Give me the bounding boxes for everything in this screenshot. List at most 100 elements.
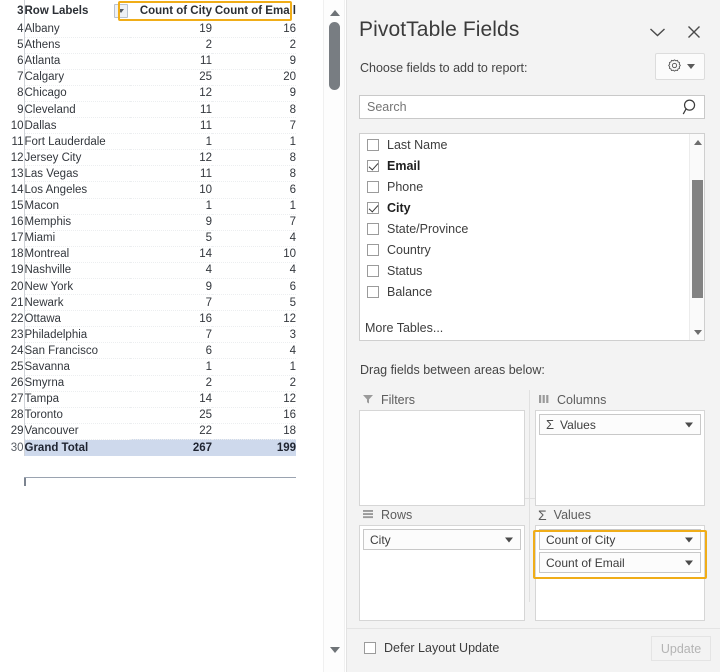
row-number[interactable]: 28 [0,407,25,424]
search-input[interactable] [365,96,675,118]
table-row[interactable]: 29 Vancouver 22 18 [0,423,296,440]
count-of-city-header[interactable]: Count of City [130,0,212,21]
row-number[interactable]: 13 [0,165,25,182]
cell-count-of-city[interactable]: 11 [130,117,212,135]
cell-city[interactable]: Athens [24,37,130,54]
field-checkbox[interactable] [367,138,379,151]
cell-city[interactable]: Memphis [24,214,130,231]
cell-city[interactable]: Jersey City [24,149,130,167]
cell-count-of-city[interactable]: 1 [130,198,212,215]
row-number[interactable]: 12 [0,149,25,166]
cell-city[interactable]: Macon [24,198,130,215]
cell-city[interactable]: San Francisco [24,342,130,360]
table-row[interactable]: 7 Calgary 25 20 [0,69,296,86]
field-list-item-email[interactable]: Email [360,155,704,176]
table-row[interactable]: 18 Montreal 14 10 [0,246,296,263]
cell-count-of-email[interactable]: 12 [212,310,296,328]
cell-count-of-city[interactable]: 1 [130,358,212,376]
table-row[interactable]: 10 Dallas 11 7 [0,117,296,135]
field-list-item-phone[interactable]: Phone [360,176,704,197]
cell-count-of-city[interactable]: 7 [130,294,212,312]
row-number[interactable]: 25 [0,358,25,376]
cell-count-of-email[interactable]: 16 [212,407,296,424]
table-row[interactable]: 24 San Francisco 6 4 [0,342,296,360]
cell-city[interactable]: Calgary [24,69,130,86]
row-labels-header[interactable]: Row Labels [24,0,130,21]
cell-count-of-city[interactable]: 12 [130,149,212,167]
table-row[interactable]: 19 Nashville 4 4 [0,262,296,280]
grand-total-row[interactable]: 30 Grand Total 267 199 [0,439,296,457]
row-number[interactable]: 27 [0,391,25,408]
field-list-item-status[interactable]: Status [360,260,704,281]
field-checkbox[interactable] [367,285,379,298]
chevron-down-icon[interactable] [685,422,693,427]
cell-count-of-city[interactable]: 7 [130,326,212,344]
row-number[interactable]: 6 [0,53,25,70]
grand-total-count-of-email[interactable]: 199 [212,439,296,457]
table-row[interactable]: 14 Los Angeles 10 6 [0,181,296,199]
table-row[interactable]: 12 Jersey City 12 8 [0,149,296,167]
row-number[interactable]: 8 [0,85,25,102]
cell-city[interactable]: Smyrna [24,375,130,392]
defer-layout-update-checkbox[interactable] [364,642,376,654]
field-list-item-country[interactable]: Country [360,239,704,260]
cell-city[interactable]: Ottawa [24,310,130,328]
table-row[interactable]: 20 New York 9 6 [0,278,296,296]
more-tables-link[interactable]: More Tables... [365,321,443,335]
cell-count-of-email[interactable]: 18 [212,423,296,440]
cell-city[interactable]: Las Vegas [24,165,130,183]
cell-city[interactable]: Fort Lauderdale [24,133,130,151]
field-list-scrollbar-thumb[interactable] [692,180,703,298]
field-list-item-city[interactable]: City [360,197,704,218]
row-number[interactable]: 14 [0,181,25,199]
row-number[interactable]: 4 [0,21,25,38]
row-number[interactable]: 9 [0,101,25,118]
table-row[interactable]: 27 Tampa 14 12 [0,391,296,408]
cell-count-of-email[interactable]: 3 [212,326,296,344]
cell-count-of-email[interactable]: 6 [212,278,296,296]
row-number[interactable]: 18 [0,246,25,263]
filters-area[interactable]: Filters [359,390,525,506]
pivottable-options-button[interactable] [655,53,705,80]
field-list-scrollbar[interactable] [689,134,704,340]
cell-city[interactable]: Los Angeles [24,181,130,199]
cell-count-of-city[interactable]: 9 [130,278,212,296]
grand-total-label[interactable]: Grand Total [24,439,130,457]
cell-count-of-email[interactable]: 16 [212,21,296,38]
field-list-item-balance[interactable]: Balance [360,281,704,302]
cell-count-of-email[interactable]: 8 [212,101,296,119]
cell-city[interactable]: Montreal [24,246,130,263]
row-number[interactable]: 3 [0,0,25,21]
field-checkbox[interactable] [367,264,379,277]
scrollbar-thumb[interactable] [329,22,340,90]
chevron-down-icon[interactable] [644,20,670,44]
table-row[interactable]: 15 Macon 1 1 [0,198,296,215]
cell-city[interactable]: New York [24,278,130,296]
row-number[interactable]: 23 [0,326,25,343]
cell-count-of-city[interactable]: 19 [130,21,212,38]
cell-count-of-email[interactable]: 20 [212,69,296,86]
table-row[interactable]: 23 Philadelphia 7 3 [0,326,296,344]
cell-count-of-city[interactable]: 14 [130,246,212,263]
table-row[interactable]: 28 Toronto 25 16 [0,407,296,424]
cell-city[interactable]: Chicago [24,85,130,102]
columns-area[interactable]: Columns Σ Values [535,390,705,506]
cell-count-of-city[interactable]: 1 [130,133,212,151]
values-drop-zone[interactable]: Count of City Count of Email [535,525,705,621]
cell-count-of-city[interactable]: 25 [130,407,212,424]
table-row[interactable]: 9 Cleveland 11 8 [0,101,296,119]
cell-count-of-email[interactable]: 1 [212,358,296,376]
table-row[interactable]: 26 Smyrna 2 2 [0,375,296,392]
field-list[interactable]: Last Name Email Phone City State/Province Cou… [359,133,705,341]
table-row[interactable]: 22 Ottawa 16 12 [0,310,296,328]
field-checkbox[interactable] [367,201,379,214]
cell-count-of-city[interactable]: 2 [130,37,212,54]
cell-count-of-city[interactable]: 4 [130,262,212,280]
row-number[interactable]: 7 [0,69,25,86]
chevron-down-icon[interactable] [685,537,693,542]
cell-count-of-city[interactable]: 5 [130,230,212,247]
cell-count-of-city[interactable]: 22 [130,423,212,440]
table-row[interactable]: 13 Las Vegas 11 8 [0,165,296,183]
cell-city[interactable]: Toronto [24,407,130,424]
grand-total-count-of-city[interactable]: 267 [130,439,212,457]
